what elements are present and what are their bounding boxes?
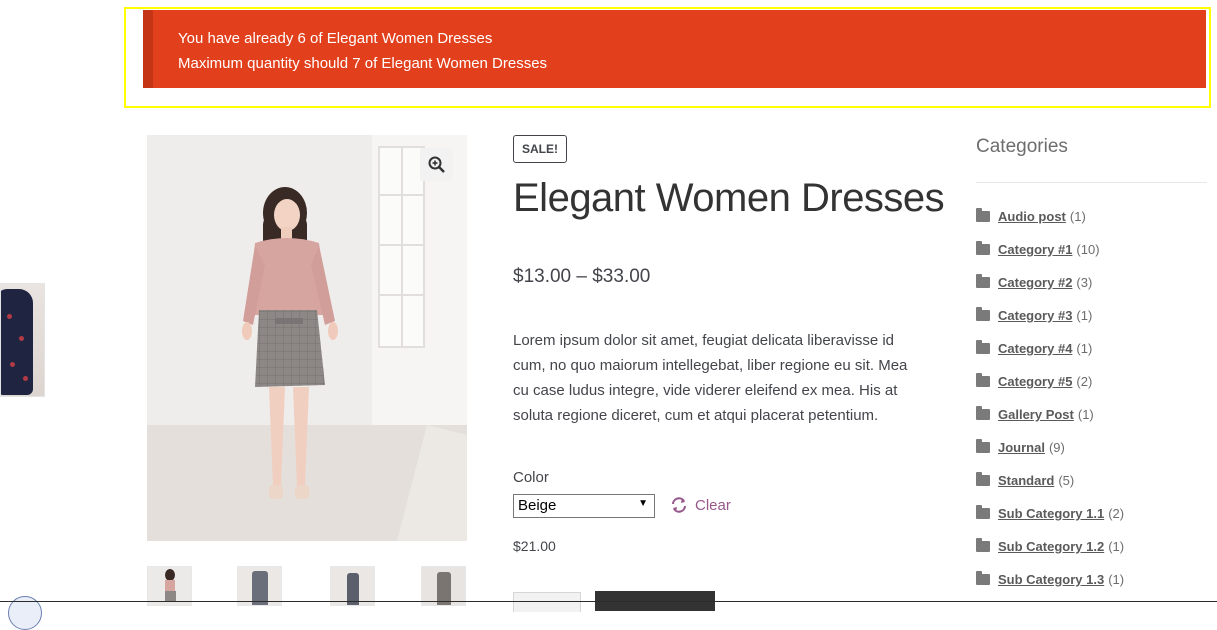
dropdown-arrow-icon: ▼ (638, 498, 648, 509)
category-item: Category #5 (2) (976, 365, 1124, 398)
category-count: (1) (1108, 539, 1125, 554)
category-link[interactable]: Sub Category 1.1 (998, 506, 1104, 521)
folder-icon (976, 505, 990, 519)
category-count: (9) (1048, 440, 1065, 455)
category-item: Category #4 (1) (976, 332, 1124, 365)
category-item: Standard (5) (976, 464, 1124, 497)
category-item: Journal (9) (976, 431, 1124, 464)
category-count: (2) (1076, 374, 1093, 389)
sidebar-divider (976, 182, 1207, 183)
folder-icon (976, 241, 990, 255)
category-list: Audio post (1) Category #1 (10) Category #… (976, 200, 1124, 596)
sidebar-title: Categories (976, 136, 1068, 157)
category-item: Audio post (1) (976, 200, 1124, 233)
category-link[interactable]: Sub Category 1.2 (998, 539, 1104, 554)
product-thumbnail[interactable] (237, 566, 282, 606)
quantity-input[interactable] (513, 592, 581, 612)
color-select[interactable]: Beige ▼ (513, 494, 655, 518)
category-link[interactable]: Gallery Post (998, 407, 1074, 422)
category-item: Gallery Post (1) (976, 398, 1124, 431)
category-item: Sub Category 1.3 (1) (976, 563, 1124, 596)
category-link[interactable]: Audio post (998, 209, 1066, 224)
folder-icon (976, 472, 990, 486)
category-link[interactable]: Category #4 (998, 341, 1072, 356)
magnifier-plus-icon (428, 156, 445, 173)
error-notice: You have already 6 of Elegant Women Dres… (143, 10, 1206, 88)
category-count: (1) (1069, 209, 1086, 224)
category-link[interactable]: Category #1 (998, 242, 1072, 257)
bottom-divider (0, 601, 1217, 602)
zoom-button[interactable] (420, 148, 453, 181)
category-link[interactable]: Sub Category 1.3 (998, 572, 1104, 587)
clear-link[interactable]: Clear (670, 494, 731, 516)
folder-icon (976, 208, 990, 222)
category-link[interactable]: Standard (998, 473, 1054, 488)
product-description: Lorem ipsum dolor sit amet, feugiat deli… (513, 332, 908, 424)
folder-icon (976, 274, 990, 288)
category-link[interactable]: Category #3 (998, 308, 1072, 323)
category-item: Sub Category 1.2 (1) (976, 530, 1124, 563)
product-thumbnail[interactable] (330, 566, 375, 606)
folder-icon (976, 538, 990, 552)
category-count: (1) (1076, 308, 1093, 323)
product-thumbnail[interactable] (147, 566, 192, 606)
category-item: Category #3 (1) (976, 299, 1124, 332)
category-count: (1) (1076, 341, 1093, 356)
color-select-value: Beige (518, 497, 557, 514)
category-item: Category #1 (10) (976, 233, 1124, 266)
category-link[interactable]: Category #2 (998, 275, 1072, 290)
category-item: Category #2 (3) (976, 266, 1124, 299)
folder-icon (976, 439, 990, 453)
product-main-image[interactable] (147, 135, 467, 541)
category-item: Sub Category 1.1 (2) (976, 497, 1124, 530)
category-count: (5) (1058, 473, 1075, 488)
variation-price: $21.00 (513, 538, 556, 554)
refresh-icon (672, 497, 686, 513)
clear-label: Clear (695, 496, 731, 514)
category-count: (10) (1076, 242, 1100, 257)
category-count: (1) (1108, 572, 1125, 587)
category-count: (3) (1076, 275, 1093, 290)
category-count: (1) (1077, 407, 1094, 422)
product-thumbnail[interactable] (421, 566, 466, 606)
partial-product-thumbnail[interactable] (0, 283, 45, 397)
folder-icon (976, 307, 990, 321)
folder-icon (976, 373, 990, 387)
folder-icon (976, 571, 990, 585)
folder-icon (976, 406, 990, 420)
category-link[interactable]: Journal (998, 440, 1045, 455)
sale-badge: SALE! (513, 135, 567, 163)
color-label: Color (513, 469, 549, 486)
category-count: (2) (1108, 506, 1125, 521)
folder-icon (976, 340, 990, 354)
product-thumbnails (147, 566, 467, 606)
product-title: Elegant Women Dresses (513, 176, 945, 220)
price-range: $13.00 – $33.00 (513, 266, 651, 287)
notice-line-2: Maximum quantity should 7 of Elegant Wom… (178, 55, 548, 72)
category-link[interactable]: Category #5 (998, 374, 1072, 389)
notice-line-1: You have already 6 of Elegant Women Dres… (178, 30, 493, 47)
